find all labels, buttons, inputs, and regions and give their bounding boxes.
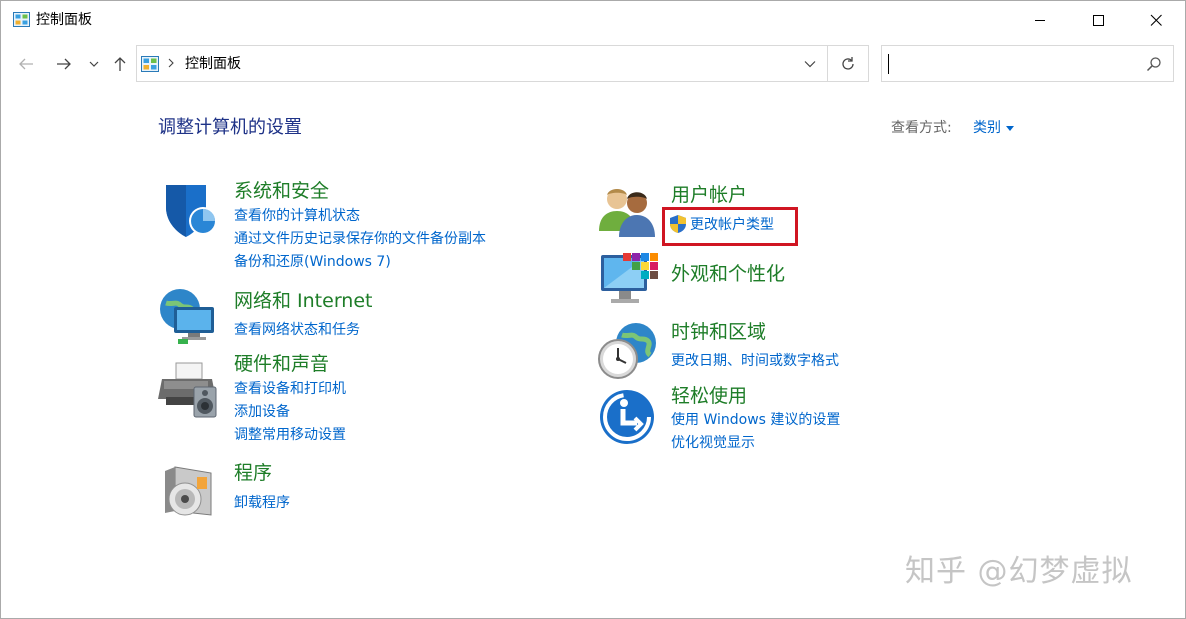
forward-button[interactable] (51, 51, 77, 77)
link-file-history-backup[interactable]: 通过文件历史记录保存你的文件备份副本 (234, 229, 486, 249)
arrow-left-icon (19, 58, 33, 70)
search-box[interactable] (881, 45, 1174, 82)
shield-icon[interactable] (158, 181, 218, 241)
breadcrumb-separator-icon[interactable] (167, 55, 175, 75)
category-network-internet[interactable]: 网络和 Internet (234, 289, 372, 313)
link-network-status[interactable]: 查看网络状态和任务 (234, 320, 360, 340)
back-button[interactable] (13, 51, 39, 77)
monitor-palette-icon[interactable] (599, 251, 659, 311)
view-by-value[interactable]: 类别 (973, 118, 1001, 138)
arrow-right-icon (57, 58, 71, 70)
search-input[interactable] (888, 54, 1128, 74)
search-icon (1146, 57, 1161, 72)
link-uninstall-program[interactable]: 卸载程序 (234, 493, 290, 513)
maximize-button[interactable] (1069, 1, 1127, 39)
printer-speaker-icon[interactable] (158, 359, 218, 419)
category-user-accounts[interactable]: 用户帐户 (671, 183, 747, 207)
up-button[interactable] (107, 51, 133, 77)
refresh-button[interactable] (828, 46, 868, 81)
address-dropdown-button[interactable] (793, 46, 827, 81)
link-optimize-visual-display[interactable]: 优化视觉显示 (671, 433, 755, 453)
category-clock-region[interactable]: 时钟和区域 (671, 320, 766, 344)
close-icon (1150, 14, 1162, 26)
text-cursor (888, 54, 889, 74)
category-appearance-personalization[interactable]: 外观和个性化 (671, 262, 785, 286)
navigation-bar: 控制面板 (1, 39, 1185, 89)
address-bar[interactable]: 控制面板 (136, 45, 869, 82)
programs-disc-icon[interactable] (161, 461, 221, 521)
window-title: 控制面板 (36, 12, 92, 28)
link-backup-restore[interactable]: 备份和还原(Windows 7) (234, 252, 391, 272)
view-by-label: 查看方式: (891, 120, 952, 136)
caret-down-icon (1006, 125, 1014, 131)
search-button[interactable] (1142, 52, 1166, 76)
category-ease-of-access[interactable]: 轻松使用 (671, 384, 747, 408)
breadcrumb[interactable]: 控制面板 (185, 54, 241, 74)
chevron-down-icon (804, 60, 816, 67)
link-view-computer-status[interactable]: 查看你的计算机状态 (234, 206, 360, 226)
minimize-icon (1035, 20, 1045, 21)
arrow-up-icon (114, 57, 126, 71)
ease-of-access-icon[interactable] (598, 388, 658, 448)
control-panel-icon (141, 56, 159, 72)
maximize-icon (1093, 15, 1104, 26)
network-globe-icon[interactable] (158, 287, 218, 347)
chevron-down-icon (89, 61, 99, 67)
watermark: 知乎 @幻梦虚拟 (905, 554, 1133, 589)
link-change-date-time-format[interactable]: 更改日期、时间或数字格式 (671, 351, 839, 371)
link-devices-printers[interactable]: 查看设备和打印机 (234, 379, 346, 399)
category-hardware-sound[interactable]: 硬件和声音 (234, 352, 329, 376)
highlight-box (662, 207, 798, 246)
link-windows-suggested-settings[interactable]: 使用 Windows 建议的设置 (671, 410, 840, 430)
recent-locations-button[interactable] (85, 51, 103, 77)
title-bar: 控制面板 (1, 1, 1185, 39)
link-mobility-settings[interactable]: 调整常用移动设置 (234, 425, 346, 445)
control-panel-window: 控制面板 控制面板 调整计算机的设置 查看方式: 类别 系统和安全 查看你的计算… (0, 0, 1186, 619)
close-button[interactable] (1127, 1, 1185, 39)
minimize-button[interactable] (1011, 1, 1069, 39)
control-panel-icon (13, 12, 30, 27)
link-add-device[interactable]: 添加设备 (234, 402, 290, 422)
page-title: 调整计算机的设置 (158, 117, 302, 138)
category-programs[interactable]: 程序 (234, 461, 272, 485)
users-icon[interactable] (599, 185, 659, 245)
category-system-security[interactable]: 系统和安全 (234, 179, 329, 203)
view-by-dropdown[interactable]: 类别 (973, 118, 1014, 138)
clock-globe-icon[interactable] (598, 321, 658, 381)
refresh-icon (842, 56, 854, 70)
